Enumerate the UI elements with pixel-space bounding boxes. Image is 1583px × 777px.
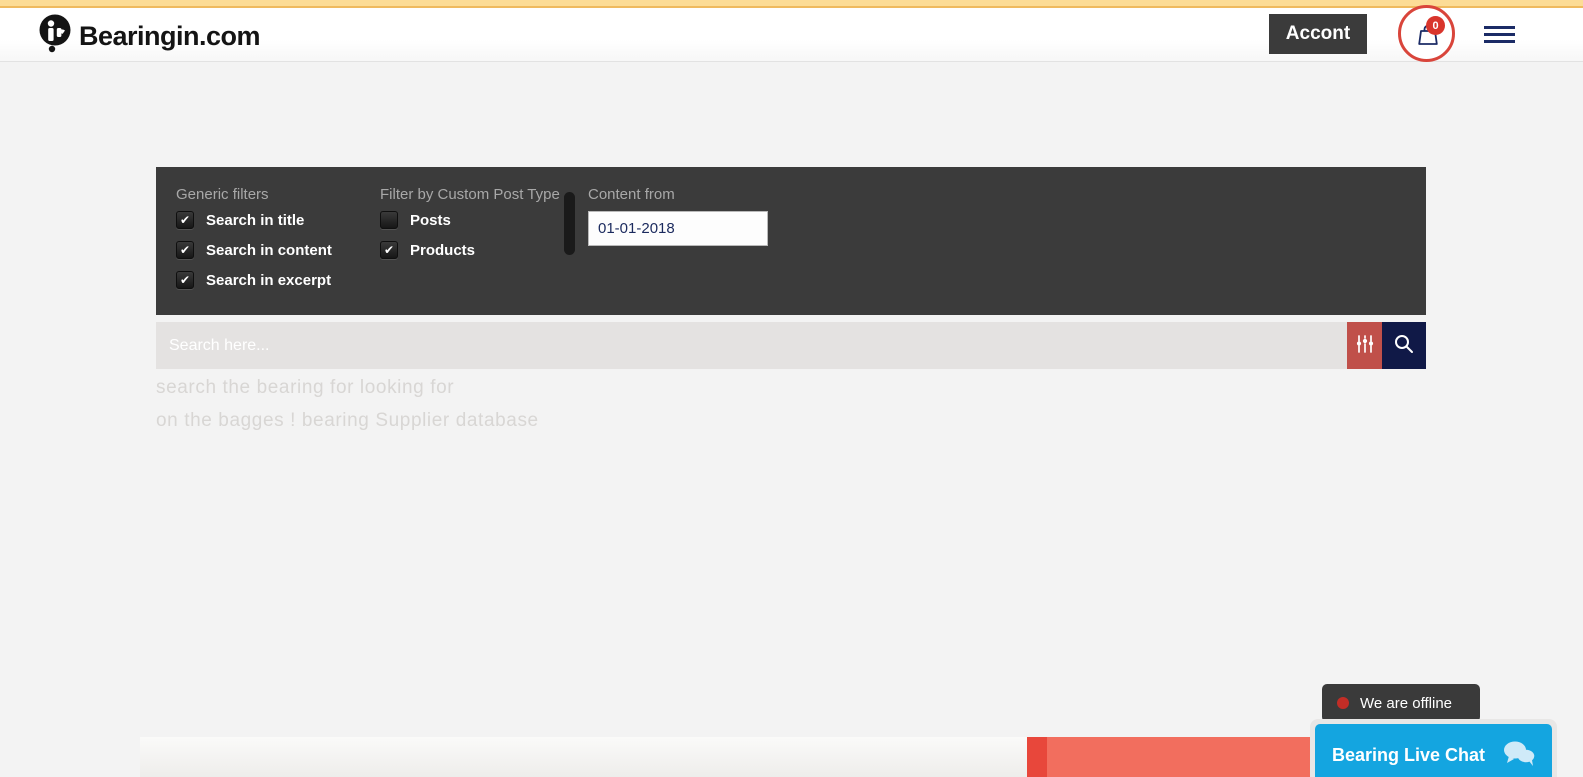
check-icon[interactable]: ✔ xyxy=(176,211,194,229)
live-chat-widget: Bearing Live Chat xyxy=(1310,719,1557,777)
panel-scrollbar[interactable] xyxy=(564,192,575,255)
live-chat-button[interactable]: Bearing Live Chat xyxy=(1315,724,1552,777)
top-accent-strip xyxy=(0,0,1583,8)
account-button[interactable]: Accont xyxy=(1269,14,1367,54)
search-bar xyxy=(156,322,1426,369)
chat-status-tooltip: We are offline xyxy=(1322,684,1480,722)
check-icon[interactable]: ✔ xyxy=(176,241,194,259)
offline-status-dot-icon xyxy=(1337,697,1349,709)
bearing-logo-icon xyxy=(38,14,74,59)
checkbox-label: Search in title xyxy=(206,212,304,229)
checkbox-search-in-excerpt[interactable]: ✔ Search in excerpt xyxy=(176,271,331,289)
search-icon xyxy=(1392,332,1416,359)
post-type-filter-title: Filter by Custom Post Type xyxy=(380,186,560,203)
footer-red-strip xyxy=(1027,737,1047,777)
check-icon[interactable]: ✔ xyxy=(380,241,398,259)
checkbox-posts[interactable]: Posts xyxy=(380,211,451,229)
logo[interactable]: Bearingin.com xyxy=(38,14,260,59)
check-icon[interactable]: ✔ xyxy=(176,271,194,289)
checkbox-search-in-title[interactable]: ✔ Search in title xyxy=(176,211,304,229)
page-root: Bearingin.com Accont 0 Generic filters ✔… xyxy=(0,0,1583,777)
checkbox-label: Products xyxy=(410,242,475,259)
search-submit-button[interactable] xyxy=(1382,322,1426,369)
footer-image-strip xyxy=(140,737,1027,777)
content-from-date-input[interactable] xyxy=(588,211,768,246)
tagline-line1: search the bearing for looking for xyxy=(156,377,454,399)
checkbox-products[interactable]: ✔ Products xyxy=(380,241,475,259)
filter-toggle-button[interactable] xyxy=(1347,322,1382,369)
live-chat-label: Bearing Live Chat xyxy=(1332,745,1485,766)
search-filter-panel: Generic filters ✔ Search in title ✔ Sear… xyxy=(156,167,1426,315)
generic-filters-title: Generic filters xyxy=(176,186,269,203)
checkbox-label: Search in excerpt xyxy=(206,272,331,289)
tagline-line2: on the bagges ! bearing Supplier databas… xyxy=(156,410,539,432)
cart-button[interactable]: 0 xyxy=(1398,5,1455,62)
chat-bubbles-icon xyxy=(1501,739,1539,772)
menu-hamburger-icon[interactable] xyxy=(1484,26,1515,47)
checkbox-label: Posts xyxy=(410,212,451,229)
sliders-icon xyxy=(1354,333,1376,358)
empty-checkbox[interactable] xyxy=(380,211,398,229)
chat-status-text: We are offline xyxy=(1360,695,1452,712)
cart-count-badge: 0 xyxy=(1426,16,1445,35)
search-input[interactable] xyxy=(156,322,1347,369)
logo-text: Bearingin.com xyxy=(79,21,260,52)
content-from-title: Content from xyxy=(588,186,675,203)
checkbox-search-in-content[interactable]: ✔ Search in content xyxy=(176,241,332,259)
checkbox-label: Search in content xyxy=(206,242,332,259)
